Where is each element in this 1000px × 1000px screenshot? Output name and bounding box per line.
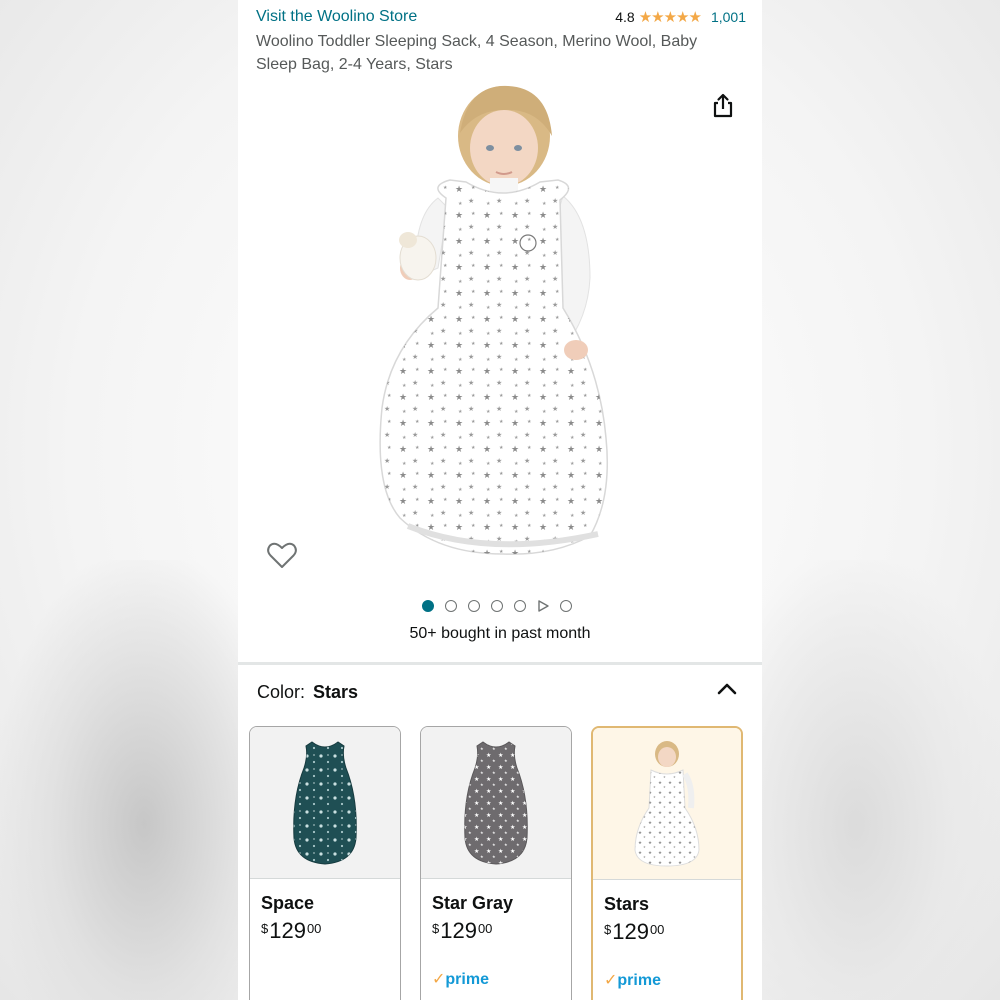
product-title: Woolino Toddler Sleeping Sack, 4 Season,… [256,33,698,73]
prime-label: prime [445,971,489,988]
section-divider [238,662,762,665]
carousel-indicator [422,599,572,613]
variant-name: Stars [604,894,650,914]
price-whole: 129 [612,919,649,944]
variant-thumbnail: ★ ★ [593,728,741,880]
prime-label: prime [617,972,661,989]
variant-name: Star Gray [432,893,514,913]
store-link[interactable]: Visit the Woolino Store [256,8,417,26]
carousel-dot[interactable] [491,600,503,612]
background-blur-right [760,560,1000,1000]
variant-thumbnail: ★ ★ [421,727,571,879]
prime-check-icon: ✓ [604,972,618,989]
color-selector-header[interactable]: Color: Stars [257,682,358,703]
sleeping-sack-star-gray-image: ★ ★ [464,740,528,865]
carousel-dot[interactable] [422,600,434,612]
carousel-dot[interactable] [514,600,526,612]
price-cents: 00 [306,921,322,936]
product-page: Visit the Woolino Store 4.8 ★★★★★ 1,001 … [238,0,762,1000]
heart-icon[interactable] [266,540,298,570]
carousel-dot[interactable] [445,600,457,612]
variant-card-space[interactable]: Space $129 00 [249,726,401,1000]
share-icon[interactable] [710,92,736,118]
prime-badge: ✓prime [432,969,489,989]
carousel-dot[interactable] [468,600,480,612]
selected-color: Stars [313,682,359,702]
variant-card-star-gray[interactable]: ★ ★ Star Gray $12900 ✓prime [420,726,572,1000]
price-cents: 00 [649,922,665,937]
prime-check-icon: ✓ [432,971,446,988]
price-currency: $ [432,921,440,936]
play-icon[interactable] [537,600,549,612]
carousel-dot[interactable] [560,600,572,612]
sleeping-sack-space-image [293,740,357,865]
price-cents: 00 [477,921,493,936]
product-main-image[interactable]: ★ ★ ★ ★ [368,78,638,558]
price-currency: $ [604,922,612,937]
store-row: Visit the Woolino Store 4.8 ★★★★★ 1,001 [256,6,746,28]
bought-count-text: 50+ bought in past month [409,625,591,642]
variant-price: $129 00 [604,919,741,945]
star-rating-icon: ★★★★★ [638,9,702,26]
price-currency: $ [261,921,269,936]
background-blur-left [0,560,240,1000]
color-label: Color: [257,682,306,702]
sleeping-sack-stars-image: ★ ★ [634,740,700,867]
review-count[interactable]: 1,001 [711,9,746,25]
price-whole: 129 [269,918,306,943]
price-whole: 129 [440,918,477,943]
variant-price: $129 00 [432,918,571,944]
variant-card-stars[interactable]: ★ ★ Stars $12900 ✓prime [591,726,743,1000]
variant-name: Space [261,893,315,913]
variant-price: $129 00 [261,918,400,944]
rating-summary[interactable]: 4.8 ★★★★★ 1,001 [615,8,746,26]
prime-badge: ✓prime [604,970,661,990]
variant-thumbnail [250,727,400,879]
rating-value: 4.8 [615,9,635,25]
chevron-up-icon[interactable] [716,680,738,696]
